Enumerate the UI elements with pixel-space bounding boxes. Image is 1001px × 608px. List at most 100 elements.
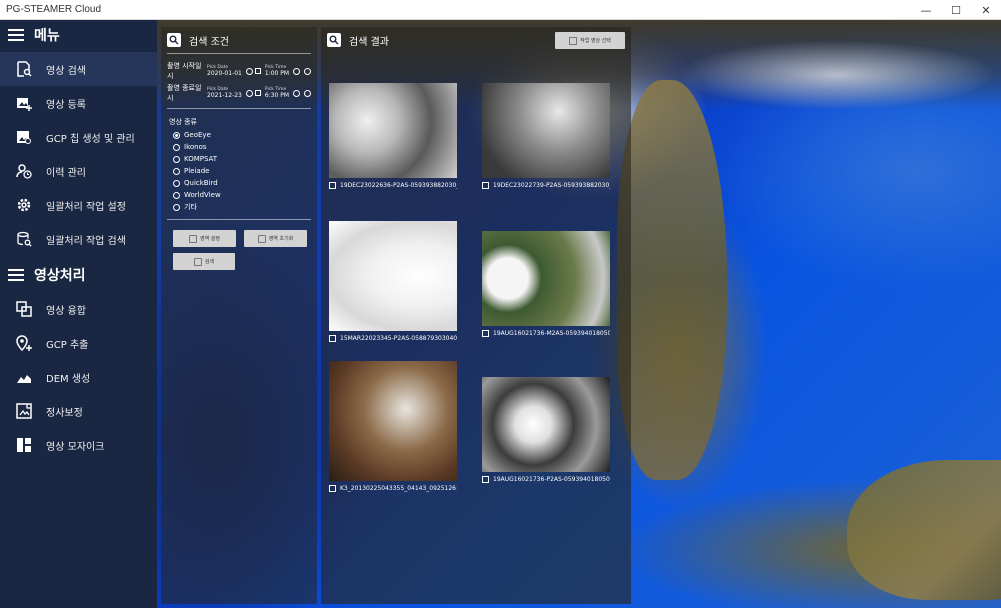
close-button[interactable]: ✕ (971, 0, 1001, 20)
result-checkbox[interactable] (329, 485, 336, 492)
sidebar-item-ortho[interactable]: 정사보정 (0, 394, 157, 428)
end-datetime-row: 촬영 종료일시 Pick Date 2021-12-23 Pick Time 6… (161, 82, 317, 104)
map-snow-region (677, 40, 997, 110)
satellite-option-geoeye[interactable]: GeoEye (161, 129, 317, 141)
search-icon (167, 33, 181, 47)
result-thumbnail[interactable] (329, 221, 457, 331)
sidebar-item-gcp-chip[interactable]: GCP 칩 생성 및 관리 (0, 120, 157, 154)
satellite-option-other[interactable]: 기타 (161, 201, 317, 213)
result-thumbnail[interactable] (482, 377, 610, 472)
sidebar-item-label: 이력 관리 (46, 167, 86, 179)
radio-icon (173, 143, 180, 151)
satellite-option-worldview[interactable]: WorldView (161, 189, 317, 201)
mosaic-icon (16, 437, 32, 453)
sidebar-item-history[interactable]: 이력 관리 (0, 154, 157, 188)
terrain-icon (16, 369, 32, 385)
batch-search-icon (16, 231, 32, 247)
menu-section-header[interactable]: 메뉴 (0, 22, 157, 48)
fusion-icon (16, 301, 32, 317)
end-date-value: 2021-12-23 (207, 92, 242, 99)
result-caption: K3_20130225043355_04143_09251261_ (340, 485, 457, 492)
satellite-option-ikonos[interactable]: Ikonos (161, 141, 317, 153)
result-checkbox[interactable] (482, 182, 489, 189)
hamburger-icon (8, 269, 24, 281)
calendar-icon[interactable] (254, 90, 261, 96)
sidebar-item-image-search[interactable]: 영상 검색 (0, 52, 157, 86)
sidebar-item-label: 영상 융합 (46, 305, 86, 317)
radio-icon (173, 191, 180, 199)
maximize-button[interactable]: ☐ (941, 0, 971, 20)
result-checkbox[interactable] (482, 476, 489, 483)
satellite-type-label: 영상 종류 (169, 118, 197, 126)
reset-icon (257, 234, 266, 243)
radio-selected-icon (173, 131, 180, 139)
map-peninsula (617, 80, 727, 480)
sidebar-item-batch-search[interactable]: 일괄처리 작업 검색 (0, 222, 157, 256)
clear-icon[interactable] (293, 89, 301, 97)
result-caption: 15MAR22023345-P2AS-058879303040_ (340, 335, 457, 342)
processing-section-header[interactable]: 영상처리 (0, 262, 157, 288)
result-item[interactable]: 19DEC23022739-P2AS-059393882030_ (482, 83, 610, 189)
end-time-picker[interactable]: Pick Time 6:30 PM (265, 87, 289, 99)
result-caption: 19AUG16021736-M2AS-059394018050_ (493, 330, 610, 337)
sidebar-item-label: DEM 생성 (46, 373, 91, 385)
sidebar-item-mosaic[interactable]: 영상 모자이크 (0, 428, 157, 462)
divider (167, 219, 311, 220)
sidebar-item-label: 정사보정 (46, 407, 83, 419)
window-controls: — ☐ ✕ (911, 0, 1001, 20)
end-datetime-label: 촬영 종료일시 (167, 84, 202, 102)
radio-icon (173, 155, 180, 163)
result-thumbnail[interactable] (482, 83, 610, 178)
area-reset-button[interactable]: 영역 초기화 (244, 230, 307, 247)
result-caption: 19DEC23022739-P2AS-059393882030_ (493, 182, 610, 189)
sidebar-item-batch-setting[interactable]: 일괄처리 작업 설정 (0, 188, 157, 222)
result-checkbox[interactable] (482, 330, 489, 337)
search-icon (327, 33, 341, 47)
search-button-row: 검색 (161, 253, 317, 270)
sidebar-item-label: 영상 검색 (46, 65, 86, 77)
area-set-button[interactable]: 영역 설정 (173, 230, 236, 247)
result-thumbnail[interactable] (482, 231, 610, 326)
clock-icon[interactable] (304, 67, 312, 75)
radio-icon (173, 167, 180, 175)
radio-icon (173, 179, 180, 187)
map-island (847, 460, 1001, 600)
clock-icon[interactable] (304, 89, 312, 97)
result-item[interactable]: 19AUG16021736-M2AS-059394018050_ (482, 231, 610, 337)
result-item[interactable]: 19AUG16021736-P2AS-059394018050_( (482, 377, 610, 483)
clear-icon[interactable] (293, 67, 301, 75)
result-item[interactable]: K3_20130225043355_04143_09251261_ (329, 361, 457, 492)
clear-icon[interactable] (245, 89, 253, 97)
result-checkbox[interactable] (329, 335, 336, 342)
sidebar-item-label: 일괄처리 작업 검색 (46, 235, 126, 247)
sidebar-item-gcp-extract[interactable]: GCP 추출 (0, 326, 157, 360)
result-checkbox[interactable] (329, 182, 336, 189)
calendar-icon[interactable] (254, 68, 261, 74)
satellite-option-kompsat[interactable]: KOMPSAT (161, 153, 317, 165)
select-work-image-button[interactable]: 작업 영상 선택 (555, 32, 625, 49)
sidebar-item-dem[interactable]: DEM 생성 (0, 360, 157, 394)
sidebar: 메뉴 영상 검색 영상 등록 GCP 칩 생성 및 관리 이력 관리 일괄처리 … (0, 20, 157, 608)
gear-icon (16, 197, 32, 213)
result-thumbnail[interactable] (329, 83, 457, 178)
start-time-picker[interactable]: Pick Time 1:00 PM (265, 65, 289, 77)
satellite-option-pleiade[interactable]: Pleiade (161, 165, 317, 177)
sidebar-item-label: GCP 칩 생성 및 관리 (46, 133, 135, 145)
result-thumbnail[interactable] (329, 361, 457, 481)
search-conditions-panel: 검색 조건 촬영 시작일시 Pick Date 2020-01-01 Pick … (161, 27, 317, 604)
menu-label: 메뉴 (34, 28, 60, 44)
start-datetime-label: 촬영 시작일시 (167, 62, 202, 80)
result-item[interactable]: 15MAR22023345-P2AS-058879303040_ (329, 221, 457, 342)
result-item[interactable]: 19DEC23022636-P2AS-059393882030_ (329, 83, 457, 189)
start-date-picker[interactable]: Pick Date 2020-01-01 (207, 65, 242, 77)
sidebar-item-fusion[interactable]: 영상 융합 (0, 292, 157, 326)
search-icon (193, 257, 202, 266)
result-caption: 19AUG16021736-P2AS-059394018050_( (493, 476, 610, 483)
end-date-picker[interactable]: Pick Date 2021-12-23 (207, 87, 242, 99)
clear-icon[interactable] (245, 67, 253, 75)
sidebar-item-image-register[interactable]: 영상 등록 (0, 86, 157, 120)
minimize-button[interactable]: — (911, 0, 941, 20)
area-button-row: 영역 설정 영역 초기화 (161, 230, 317, 247)
satellite-option-quickbird[interactable]: QuickBird (161, 177, 317, 189)
search-button[interactable]: 검색 (173, 253, 235, 270)
